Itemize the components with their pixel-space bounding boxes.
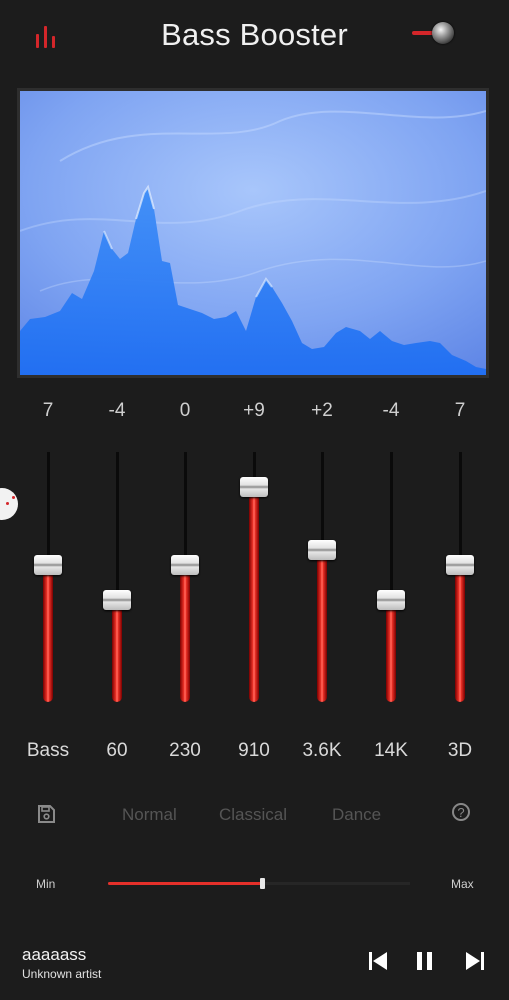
- band-label: 230: [169, 740, 201, 761]
- band-value: +9: [243, 400, 265, 421]
- band-value: -4: [108, 400, 126, 421]
- slider-thumb[interactable]: [377, 589, 405, 610]
- preset-normal[interactable]: Normal: [122, 805, 177, 825]
- side-knob-handle[interactable]: [0, 488, 18, 520]
- help-icon[interactable]: ?: [452, 803, 470, 821]
- boost-strength-row: Min Max: [0, 872, 509, 896]
- band-labels: Bass 60 230 910 3.6K 14K 3D: [0, 740, 509, 770]
- power-toggle-icon[interactable]: [412, 20, 456, 46]
- band-label: 3D: [447, 740, 473, 761]
- slider-thumb[interactable]: [240, 477, 268, 497]
- slider-thumb[interactable]: [103, 589, 131, 610]
- slider-910hz[interactable]: [234, 452, 274, 702]
- slider-thumb[interactable]: [34, 554, 62, 575]
- band-label: 3.6K: [302, 740, 342, 761]
- slider-14khz[interactable]: [371, 452, 411, 702]
- slider-thumb[interactable]: [171, 554, 199, 575]
- band-label: Bass: [26, 740, 70, 761]
- boost-max-label: Max: [451, 877, 474, 891]
- slider-3-6khz[interactable]: [302, 452, 342, 702]
- slider-thumb[interactable]: [446, 554, 474, 575]
- boost-min-label: Min: [36, 877, 56, 891]
- boost-slider[interactable]: [108, 878, 410, 889]
- skip-next-icon[interactable]: [462, 950, 486, 972]
- band-values: 7 -4 0 +9 +2 -4 7: [0, 400, 509, 430]
- band-label: 14K: [374, 740, 408, 761]
- slider-3d[interactable]: [440, 452, 480, 702]
- band-value: 7: [42, 400, 54, 421]
- spectrum-visualizer: [17, 88, 489, 378]
- slider-bass[interactable]: [28, 452, 68, 702]
- track-artist: Unknown artist: [22, 967, 102, 981]
- band-value: -4: [382, 400, 400, 421]
- slider-60hz[interactable]: [97, 452, 137, 702]
- skip-previous-icon[interactable]: [367, 950, 391, 972]
- band-value: +2: [311, 400, 333, 421]
- slider-230hz[interactable]: [165, 452, 205, 702]
- app-header: Bass Booster: [0, 0, 509, 72]
- preset-bar: Normal Classical Dance ?: [0, 800, 509, 830]
- preset-classical[interactable]: Classical: [219, 805, 287, 825]
- preset-dance[interactable]: Dance: [332, 805, 381, 825]
- save-icon[interactable]: [36, 804, 56, 824]
- slider-thumb[interactable]: [308, 539, 336, 560]
- band-value: 7: [454, 400, 466, 421]
- band-label: 910: [238, 740, 270, 761]
- boost-slider-thumb[interactable]: [260, 878, 266, 889]
- band-value: 0: [179, 400, 191, 421]
- pause-icon[interactable]: [413, 950, 437, 972]
- track-title[interactable]: aaaaass: [22, 945, 86, 965]
- band-label: 60: [106, 740, 128, 761]
- now-playing-bar: aaaaass Unknown artist: [0, 940, 509, 990]
